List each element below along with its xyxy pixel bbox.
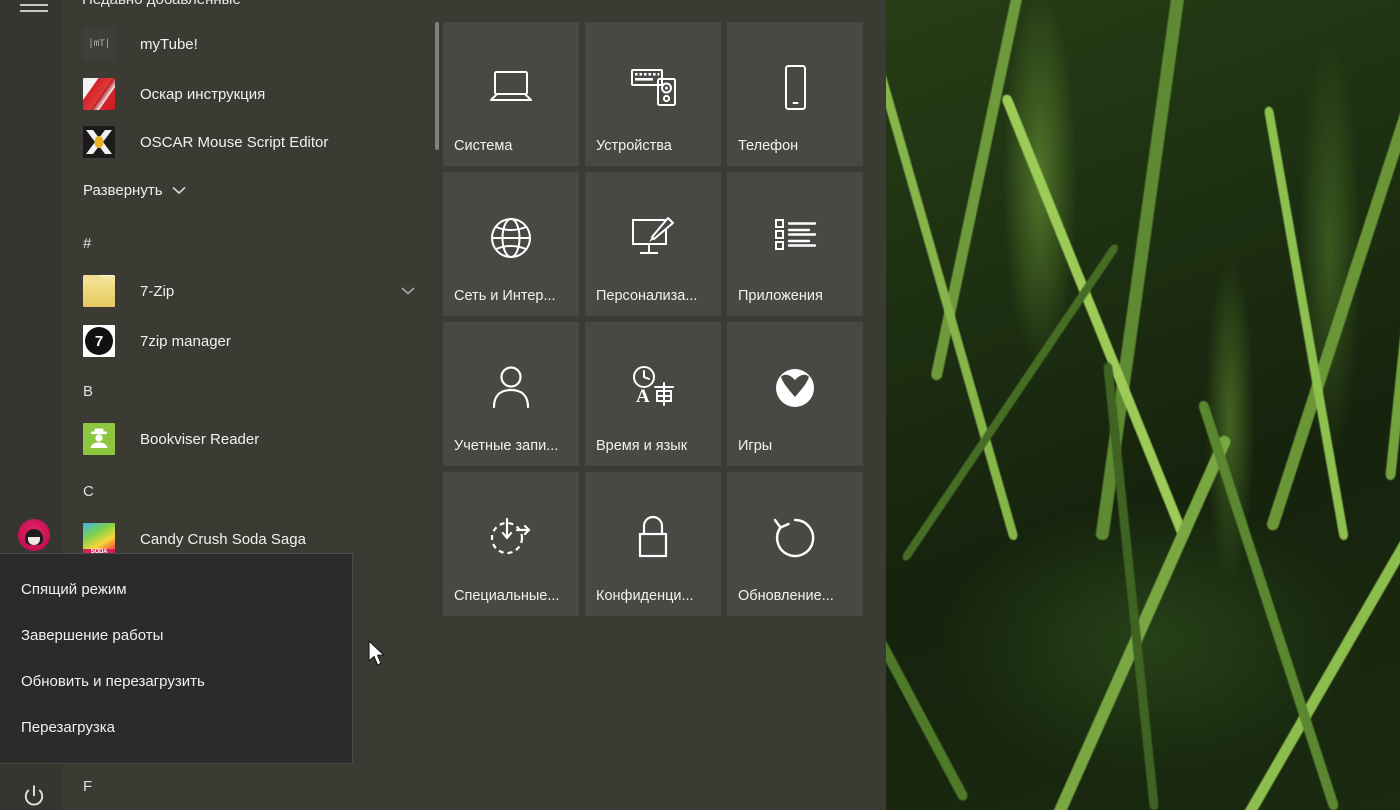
tile-label: Обновление... [738,588,834,604]
tile-grid: Система Устройства Телефон Сеть и Интер.… [443,22,868,616]
tile-ease-of-access[interactable]: Специальные... [443,472,579,616]
phone-icon [727,60,863,116]
bookviser-glyph [90,428,108,448]
app-label: OSCAR Mouse Script Editor [140,133,329,151]
tile-apps[interactable]: Приложения [727,172,863,316]
letter-header: B [83,383,94,400]
oscar-x-glyph [86,130,112,154]
lock-icon [585,510,721,566]
power-button[interactable] [20,782,48,810]
tile-label: Телефон [738,138,799,154]
oscar-editor-icon [83,126,115,158]
tile-update-security[interactable]: Обновление... [727,472,863,616]
tile-gaming[interactable]: Игры [727,322,863,466]
xbox-icon [727,360,863,416]
menu-item-shutdown[interactable]: Завершение работы [0,612,352,658]
tile-network[interactable]: Сеть и Интер... [443,172,579,316]
tile-label: Сеть и Интер... [454,288,556,304]
laptop-icon [443,60,579,116]
tile-label: Игры [738,438,773,454]
tile-label: Персонализа... [596,288,698,304]
power-icon [24,785,44,806]
app-label: Оскар инструкция [140,85,266,103]
app-label: myTube! [140,35,198,53]
globe-icon [443,210,579,266]
candycrush-icon [83,523,115,555]
tile-label: Время и язык [596,438,688,454]
clock-language-icon: A [585,360,721,416]
expand-recently-added-link[interactable]: Развернуть [83,182,186,199]
oscar-manual-icon [83,78,115,110]
tile-label: Специальные... [454,588,560,604]
svg-text:A: A [636,386,650,407]
person-icon [443,360,579,416]
personalization-icon [585,210,721,266]
app-label: 7-Zip [140,282,175,300]
bookviser-icon [83,423,115,455]
tile-devices[interactable]: Устройства [585,22,721,166]
app-list-scrollbar[interactable] [433,0,440,810]
sevenzip-glyph: 7 [94,332,104,350]
menu-item-update-and-restart[interactable]: Обновить и перезагрузить [0,658,352,704]
expand-link-label: Развернуть [83,182,163,199]
desktop-screen: Недавно добавленные |mT| myTube! Оскар и… [0,0,1400,810]
app-row[interactable]: 7 7zip manager [62,317,437,365]
tile-label: Система [454,138,513,154]
letter-header: # [83,235,92,252]
tile-accounts[interactable]: Учетные запи... [443,322,579,466]
start-menu-panel: Недавно добавленные |mT| myTube! Оскар и… [0,0,886,810]
app-row[interactable]: OSCAR Mouse Script Editor [62,118,437,166]
tile-label: Учетные запи... [454,438,559,454]
tile-privacy[interactable]: Конфиденци... [585,472,721,616]
menu-item-label: Обновить и перезагрузить [21,672,205,690]
chevron-down-icon[interactable] [401,287,415,296]
app-row[interactable]: |mT| myTube! [62,20,437,68]
menu-item-restart[interactable]: Перезагрузка [0,704,352,750]
app-label: 7zip manager [140,332,231,350]
sevenzip-manager-icon: 7 [83,325,115,357]
menu-item-label: Перезагрузка [21,718,115,736]
app-row[interactable]: 7-Zip [62,267,437,315]
tile-label: Приложения [738,288,823,304]
mytube-icon: |mT| [83,28,115,60]
mytube-icon-glyph: |mT| [87,38,111,50]
recently-added-header: Недавно добавленные [62,0,241,8]
app-label: Candy Crush Soda Saga [140,530,306,548]
tile-time-language[interactable]: A Время и язык [585,322,721,466]
tile-system[interactable]: Система [443,22,579,166]
app-row[interactable]: Оскар инструкция [62,70,437,118]
tile-label: Устройства [596,138,672,154]
tile-personalization[interactable]: Персонализа... [585,172,721,316]
user-avatar[interactable] [18,519,50,551]
menu-item-label: Завершение работы [21,626,164,644]
devices-icon [585,60,721,116]
update-icon [727,510,863,566]
folder-icon [83,275,115,307]
app-list-scrollbar-thumb[interactable] [435,22,439,150]
tile-phone[interactable]: Телефон [727,22,863,166]
letter-header: C [83,483,94,500]
tile-label: Конфиденци... [596,588,694,604]
applist-icon [727,210,863,266]
hamburger-menu-icon[interactable] [20,0,48,12]
ease-of-access-icon [443,510,579,566]
chevron-down-icon [171,186,186,195]
letter-header: F [83,778,93,795]
app-row[interactable]: Bookviser Reader [62,415,437,463]
menu-item-sleep[interactable]: Спящий режим [0,566,352,612]
app-label: Bookviser Reader [140,430,260,448]
power-context-menu: Спящий режим Завершение работы Обновить … [0,553,353,764]
menu-item-label: Спящий режим [21,580,127,598]
